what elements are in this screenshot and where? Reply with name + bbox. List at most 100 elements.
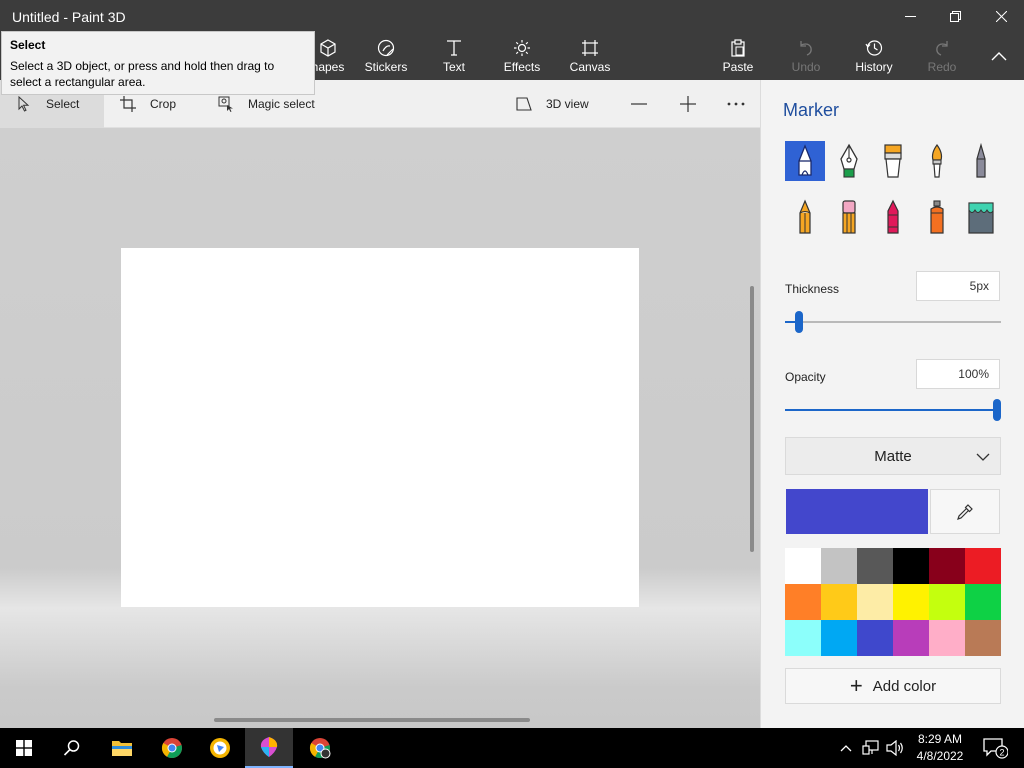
palette-swatch[interactable] [857,584,893,620]
palette-swatch[interactable] [857,548,893,584]
calligraphy-pen-tool[interactable] [829,141,869,181]
select-tool-label: Select [46,97,80,111]
redo-label: Redo [927,60,957,74]
watercolor-tool[interactable] [917,141,957,181]
palette-swatch[interactable] [785,548,821,584]
eraser-tool[interactable] [829,197,869,237]
history-label: History [855,60,893,74]
redo-button[interactable]: Redo [910,36,974,78]
notification-count: 2 [999,748,1004,758]
minus-icon [631,103,647,105]
marker-tool[interactable] [785,141,825,181]
collapse-ribbon-button[interactable] [985,44,1013,68]
palette-swatch[interactable] [893,548,929,584]
crop-tool-label: Crop [150,97,177,111]
eraser-icon [842,200,856,234]
start-button[interactable] [0,728,48,768]
calligraphy-pen-icon [840,143,858,178]
pixel-pen-tool[interactable] [961,141,1001,181]
show-hidden-icons-button[interactable] [836,728,856,768]
palette-swatch[interactable] [929,548,965,584]
volume-button[interactable] [884,728,906,768]
palette-swatch[interactable] [821,620,857,656]
chrome-icon [309,738,331,759]
network-button[interactable] [860,728,882,768]
search-icon [63,740,80,756]
add-color-button[interactable]: + Add color [785,668,1001,704]
spray-can-tool[interactable] [917,197,957,237]
ribbon-shapes-label: hapes [311,60,345,74]
palette-swatch[interactable] [929,620,965,656]
taskbar: 8:29 AM 4/8/2022 2 [0,728,1024,768]
horizontal-scrollbar[interactable] [214,718,530,722]
effects-icon [514,40,530,56]
taskbar-clock[interactable]: 8:29 AM 4/8/2022 [904,731,976,765]
panel-title: Marker [783,100,840,120]
palette-swatch[interactable] [965,584,1001,620]
fill-tool[interactable] [961,197,1001,237]
restore-button[interactable] [932,0,978,32]
history-button[interactable]: History [842,36,906,78]
ribbon-effects[interactable]: Effects [490,36,554,78]
close-button[interactable] [978,0,1024,32]
oil-brush-icon [884,144,902,178]
finish-dropdown[interactable]: Matte [785,437,1001,475]
palette-swatch[interactable] [965,620,1001,656]
crayon-icon [887,199,899,234]
thickness-slider-thumb[interactable] [795,311,804,333]
taskbar-browser[interactable] [196,728,244,768]
palette-swatch[interactable] [785,584,821,620]
taskbar-file-explorer[interactable] [98,728,146,768]
cursor-icon [18,96,30,112]
history-icon [865,40,883,56]
thickness-input[interactable]: 5px [916,271,1000,301]
palette-swatch[interactable] [929,584,965,620]
3d-view-button[interactable]: 3D view [516,80,589,128]
ribbon-text[interactable]: Text [422,36,486,78]
pixel-pen-icon [976,143,986,178]
tooltip-body: Select a 3D object, or press and hold th… [10,59,275,89]
paste-icon [731,39,745,57]
palette-swatch[interactable] [821,584,857,620]
opacity-label: Opacity [785,370,826,384]
watercolor-icon [931,143,943,178]
close-icon [995,10,1007,22]
notification-icon: 2 [983,738,1008,759]
taskbar-chrome[interactable] [148,728,196,768]
fill-bucket-icon [968,202,994,234]
current-color-swatch[interactable] [786,489,928,534]
palette-swatch[interactable] [965,548,1001,584]
zoom-in-button[interactable] [676,94,700,114]
undo-button[interactable]: Undo [774,36,838,78]
paste-button[interactable]: Paste [706,36,770,78]
ribbon-stickers[interactable]: Stickers [354,36,418,78]
oil-brush-tool[interactable] [873,141,913,181]
minimize-button[interactable] [887,0,933,32]
action-center-button[interactable]: 2 [980,728,1010,768]
palette-swatch[interactable] [857,620,893,656]
ribbon-text-label: Text [442,60,465,74]
ribbon-canvas[interactable]: Canvas [558,36,622,78]
plus-icon: + [849,673,863,698]
opacity-slider-fill [785,409,997,411]
thickness-slider-track[interactable] [785,321,1001,323]
palette-swatch[interactable] [893,620,929,656]
vertical-scrollbar[interactable] [750,286,754,552]
opacity-slider-thumb[interactable] [993,399,1001,421]
taskbar-paint3d[interactable] [245,728,293,768]
drawing-canvas[interactable] [121,248,639,607]
pencil-tool[interactable] [785,197,825,237]
more-options-button[interactable] [724,94,748,114]
search-button[interactable] [48,728,96,768]
palette-swatch[interactable] [785,620,821,656]
palette-swatch[interactable] [821,548,857,584]
workspace[interactable] [0,128,760,728]
opacity-input[interactable]: 100% [916,359,1000,389]
thickness-label: Thickness [785,282,840,296]
taskbar-chrome-2[interactable] [296,728,344,768]
eyedropper-button[interactable] [930,489,1000,534]
palette-swatch[interactable] [893,584,929,620]
undo-label: Undo [791,60,821,74]
zoom-out-button[interactable] [627,94,651,114]
crayon-tool[interactable] [873,197,913,237]
